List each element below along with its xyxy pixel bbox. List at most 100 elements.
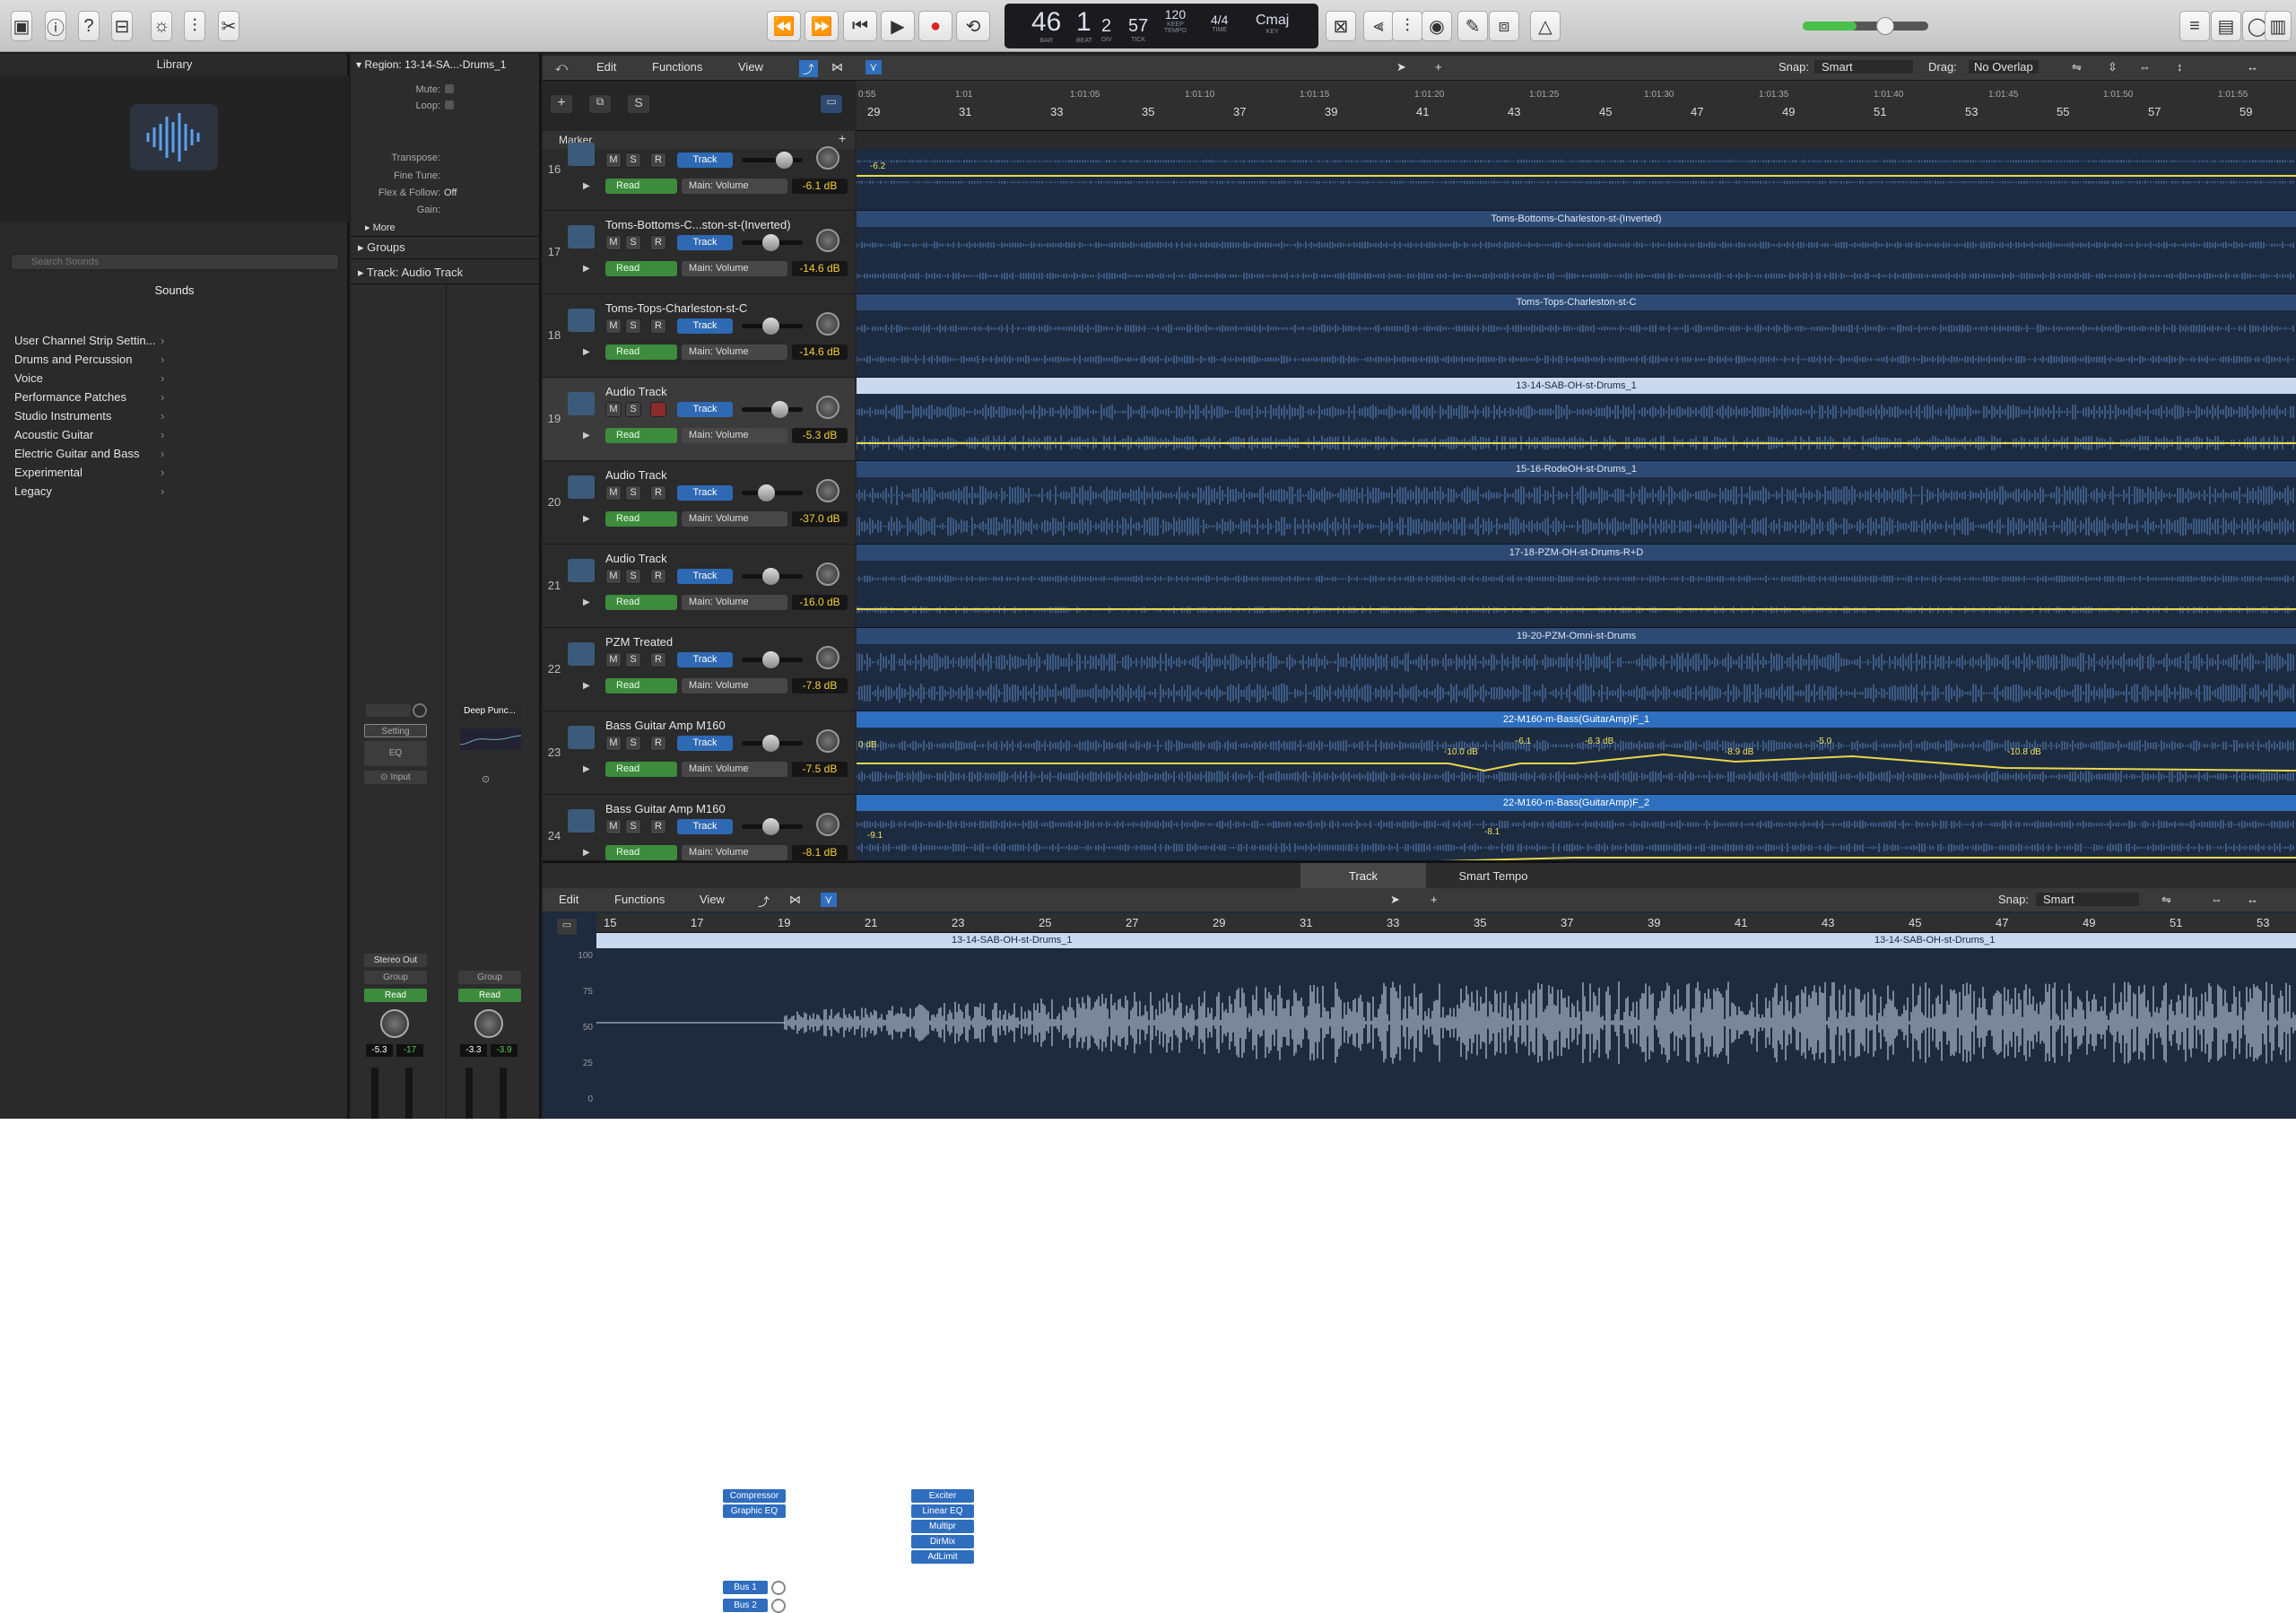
rewind-button[interactable]: ⏪ — [767, 11, 801, 41]
track-header[interactable]: 22 PZM Treated M S R Track ▶ Read Main: Volume -7… — [543, 628, 855, 711]
functions-menu[interactable]: Functions — [652, 60, 702, 74]
editor-pointer-icon[interactable]: ➤ — [1390, 893, 1400, 907]
disclosure-triangle-icon[interactable]: ▶ — [583, 514, 590, 524]
track-mode-button[interactable]: Track — [677, 153, 733, 168]
editors-icon[interactable]: ✂ — [218, 11, 239, 41]
volume-fader[interactable] — [742, 234, 803, 251]
track-mode-button[interactable]: Track — [677, 485, 733, 501]
pan-knob[interactable] — [816, 562, 839, 586]
send-slot[interactable]: Bus 2 — [723, 1599, 768, 1612]
go-to-start-button[interactable]: ⏮ — [843, 11, 877, 41]
smart-controls-icon[interactable]: ☼ — [151, 11, 172, 41]
record-enable-button[interactable]: R — [650, 652, 666, 667]
library-item[interactable]: User Channel Strip Settin... › — [14, 334, 164, 347]
play-button[interactable]: ▶ — [881, 11, 915, 41]
send-level-knob[interactable] — [771, 1599, 786, 1613]
plugin-slot[interactable]: Compressor — [723, 1489, 786, 1503]
record-enable-button[interactable]: R — [650, 819, 666, 834]
disclosure-triangle-icon[interactable]: ▶ — [583, 181, 590, 191]
editor-functions-menu[interactable]: Functions — [614, 893, 665, 906]
media-icon[interactable]: ◉ — [1422, 11, 1452, 41]
track-name[interactable]: Audio Track — [605, 385, 667, 398]
plugin-slot[interactable]: DirMix — [911, 1535, 974, 1548]
solo-button[interactable]: S — [625, 153, 641, 168]
editor-ruler[interactable]: 15 17 19 21 23 25 27 29 31 33 35 37 39 41 43 45 47 49 51 53 — [596, 913, 2296, 933]
mute-button[interactable]: M — [605, 736, 622, 751]
audio-region[interactable]: 19-20-PZM-Omni-st-Drums — [857, 628, 2296, 711]
metronome-icon[interactable]: △ — [1530, 11, 1561, 41]
mute-button[interactable]: M — [605, 318, 622, 334]
record-enable-button[interactable]: R — [650, 153, 666, 168]
track-header[interactable]: 17 Toms-Bottoms-C...ston-st-(Inverted) M S R… — [543, 211, 855, 294]
editor-automation-icon[interactable]: ⤴ — [758, 893, 770, 910]
volume-fader[interactable] — [742, 818, 803, 835]
volume-fader[interactable] — [742, 568, 803, 585]
library-item[interactable]: Performance Patches › — [14, 390, 164, 404]
link-icon[interactable]: ⊙ — [482, 773, 490, 785]
pointer-tool-icon[interactable]: ➤ — [1396, 60, 1406, 74]
loop-checkbox[interactable] — [445, 100, 454, 109]
automation-mode-button[interactable]: Read — [605, 595, 677, 610]
fader-knob[interactable] — [762, 735, 779, 752]
library-item[interactable]: Legacy › — [14, 484, 164, 498]
library-item[interactable]: Acoustic Guitar › — [14, 428, 164, 441]
cycle-button[interactable]: ⟲ — [956, 11, 990, 41]
timeline-ruler[interactable]: 29 31 33 35 37 39 41 43 45 47 49 51 53 55 57 59 0:55 1:01… — [857, 81, 2296, 131]
plugin-slot[interactable]: Graphic EQ — [723, 1504, 786, 1518]
add-marker-icon[interactable]: + — [839, 131, 846, 145]
solo-button[interactable]: S — [625, 485, 641, 501]
setting-button[interactable]: Setting — [364, 724, 427, 737]
disclosure-triangle-icon[interactable]: ▶ — [583, 848, 590, 858]
solo-button[interactable]: S — [625, 736, 641, 751]
automation-parameter-button[interactable]: Main: Volume — [682, 511, 787, 527]
add-track-button[interactable]: + — [551, 95, 572, 113]
automation-mode-button[interactable]: Read — [605, 511, 677, 527]
track-name[interactable]: Bass Guitar Amp M160 — [605, 802, 726, 815]
track-header[interactable]: 23 Bass Guitar Amp M160 M S R Track ▶ Read Main:… — [543, 711, 855, 795]
pan-knob[interactable] — [816, 396, 839, 419]
count-in-icon[interactable]: ⊠ — [1326, 11, 1356, 41]
volume-fader[interactable] — [742, 318, 803, 335]
input-monitor-icon[interactable] — [413, 703, 427, 718]
fader-knob[interactable] — [762, 234, 779, 251]
fader-knob[interactable] — [771, 401, 788, 418]
catch-icon[interactable]: ⋎ — [865, 60, 882, 74]
mute-button[interactable]: M — [605, 153, 622, 168]
eq-thumbnail[interactable] — [459, 728, 522, 750]
browser-icon[interactable]: ▥ — [2265, 11, 2292, 41]
track-header[interactable]: 18 Toms-Tops-Charleston-st-C M S R Track ▶ Read… — [543, 294, 855, 378]
editor-snap-select[interactable]: Smart — [2036, 893, 2139, 906]
output-slot[interactable]: Stereo Out — [364, 954, 427, 967]
automation-parameter-button[interactable]: Main: Volume — [682, 344, 787, 360]
global-tracks-icon[interactable]: ▭ — [821, 95, 842, 113]
solo-button[interactable]: S — [625, 569, 641, 584]
solo-all-icon[interactable]: S — [628, 95, 649, 113]
record-enable-button[interactable]: R — [650, 235, 666, 250]
pan-knob[interactable] — [816, 729, 839, 753]
fast-forward-button[interactable]: ⏩ — [804, 11, 839, 41]
fader-knob[interactable] — [758, 484, 775, 501]
inspector-icon[interactable]: ⓘ — [45, 11, 66, 41]
pan-knob[interactable] — [816, 813, 839, 836]
track-disclosure[interactable]: ▸ Track: Audio Track — [358, 266, 463, 280]
track-header[interactable]: 16 M S R Track ▶ Read Main: Volume -6.1 dB — [543, 143, 855, 211]
hzoom-slider[interactable]: ↔ — [2247, 60, 2258, 74]
automation-parameter-button[interactable]: Main: Volume — [682, 762, 787, 777]
audio-region[interactable]: 22-M160-m-Bass(GuitarAmp)F_1 0 dB -10.0 dB… — [857, 711, 2296, 795]
tab-smart-tempo[interactable]: Smart Tempo — [1431, 863, 1556, 890]
track-mode-button[interactable]: Track — [677, 819, 733, 834]
fader-knob[interactable] — [762, 318, 779, 335]
pencil-icon[interactable]: ✎ — [1457, 11, 1488, 41]
automation-icon[interactable]: ⤴ — [799, 60, 819, 77]
tab-track[interactable]: Track — [1300, 863, 1426, 890]
library-item[interactable]: Voice › — [14, 371, 164, 385]
snap-select[interactable]: Smart — [1814, 60, 1913, 74]
audio-region[interactable]: 15-16-RodeOH-st-Drums_1 — [857, 461, 2296, 545]
automation-parameter-button[interactable]: Main: Volume — [682, 179, 787, 194]
audio-region[interactable]: 13-14-SAB-OH-st-Drums_1 — [857, 378, 2296, 461]
mute-button[interactable]: M — [605, 402, 622, 417]
automation-parameter-button[interactable]: Main: Volume — [682, 261, 787, 276]
automation-mode-button[interactable]: Read — [605, 428, 677, 443]
record-enable-button[interactable]: R — [650, 402, 666, 417]
groups-disclosure[interactable]: ▸ Groups — [358, 240, 405, 255]
